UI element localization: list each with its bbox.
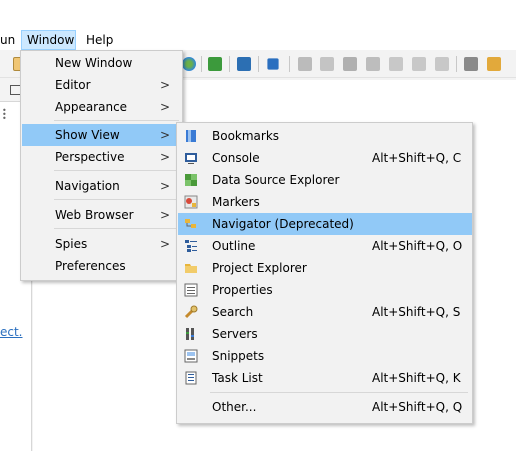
toolbar-separator (456, 56, 457, 72)
menu-item-label: Preferences (55, 259, 126, 273)
menu-item-task-list[interactable]: Task List Alt+Shift+Q, K (178, 367, 472, 389)
menu-item-servers[interactable]: Servers (178, 323, 472, 345)
menu-separator (54, 120, 179, 121)
menu-item-label: Outline (212, 239, 256, 253)
menu-item-label: Project Explorer (212, 261, 307, 275)
menu-separator (210, 392, 468, 393)
menu-item-markers[interactable]: Markers (178, 191, 472, 213)
menu-item-label: Navigator (Deprecated) (212, 217, 354, 231)
toolbar-separator (229, 56, 230, 72)
toolbar-separator (289, 56, 290, 72)
menu-item-spies[interactable]: Spies > (22, 233, 182, 255)
menu-item-label: Properties (212, 283, 273, 297)
menu-item-label: Servers (212, 327, 258, 341)
step-return-icon[interactable] (435, 57, 449, 71)
disconnect-icon[interactable] (366, 57, 380, 71)
menu-item-project-explorer[interactable]: Project Explorer (178, 257, 472, 279)
chevron-right-icon: > (159, 150, 170, 164)
menu-item-label: Editor (55, 78, 91, 92)
external-tools-icon[interactable] (487, 57, 501, 71)
menu-item-other[interactable]: Other... Alt+Shift+Q, Q (178, 396, 472, 418)
monitor-icon[interactable] (237, 57, 251, 71)
menu-item-navigation[interactable]: Navigation > (22, 175, 182, 197)
menu-help[interactable]: Help (86, 31, 113, 49)
chevron-right-icon: > (159, 208, 170, 222)
menu-item-label: Snippets (212, 349, 265, 363)
menu-item-label: Other... (212, 400, 257, 414)
menu-item-label: Show View (55, 128, 120, 142)
menu-item-label: Search (212, 305, 254, 319)
chevron-right-icon: > (159, 237, 170, 251)
menu-run[interactable]: un (0, 31, 15, 49)
left-pane-link[interactable]: ect. (0, 325, 23, 339)
markers-icon (184, 195, 198, 209)
snippets-icon (184, 349, 198, 363)
window-menu: New Window Editor > Appearance > Show View… (20, 50, 183, 281)
project-explorer-icon (185, 264, 197, 273)
bookmarks-icon (186, 130, 196, 142)
skip-breakpoints-icon[interactable] (267, 58, 279, 70)
menu-item-shortcut: Alt+Shift+Q, O (372, 239, 463, 253)
menu-item-navigator[interactable]: Navigator (Deprecated) (178, 213, 472, 235)
menu-item-label: Perspective (55, 150, 125, 164)
menu-item-editor[interactable]: Editor > (22, 74, 182, 96)
menu-separator (54, 199, 179, 200)
menu-item-bookmarks[interactable]: Bookmarks (178, 125, 472, 147)
chevron-right-icon: > (159, 78, 170, 92)
console-icon (185, 153, 197, 164)
step-into-icon[interactable] (389, 57, 403, 71)
properties-icon (184, 283, 198, 297)
menu-item-label: Task List (212, 371, 263, 385)
use-step-filters-icon[interactable] (464, 57, 478, 71)
data-source-icon (185, 174, 197, 186)
menu-item-shortcut: Alt+Shift+Q, C (372, 151, 462, 165)
menu-item-snippets[interactable]: Snippets (178, 345, 472, 367)
menu-item-label: Navigation (55, 179, 120, 193)
menu-window[interactable]: Window (21, 30, 76, 50)
menu-item-data-source-explorer[interactable]: Data Source Explorer (178, 169, 472, 191)
menu-separator (54, 170, 179, 171)
menu-item-label: Spies (55, 237, 88, 251)
menu-item-shortcut: Alt+Shift+Q, S (372, 305, 461, 319)
step-over-icon[interactable] (412, 57, 426, 71)
menu-item-label: Bookmarks (212, 129, 280, 143)
servers-icon (186, 328, 194, 340)
menu-item-search[interactable]: Search Alt+Shift+Q, S (178, 301, 472, 323)
toolbar-separator (258, 56, 259, 72)
menu-item-label: Web Browser (55, 208, 134, 222)
menu-item-label: Data Source Explorer (212, 173, 340, 187)
menu-separator (54, 228, 179, 229)
globe-icon[interactable] (182, 57, 196, 71)
menu-item-label: Console (212, 151, 260, 165)
suspend-icon[interactable] (320, 57, 334, 71)
menu-item-perspective[interactable]: Perspective > (22, 146, 182, 168)
menu-item-console[interactable]: Console Alt+Shift+Q, C (178, 147, 472, 169)
view-menu-icon[interactable]: • • • (2, 107, 8, 123)
menu-item-preferences[interactable]: Preferences (22, 255, 182, 277)
menu-item-web-browser[interactable]: Web Browser > (22, 204, 182, 226)
menu-item-outline[interactable]: Outline Alt+Shift+Q, O (178, 235, 472, 257)
navigator-icon (185, 219, 196, 228)
toolbar-separator (201, 56, 202, 72)
outline-icon (185, 240, 197, 252)
run-server-icon[interactable] (208, 57, 222, 71)
menu-item-new-window[interactable]: New Window (22, 52, 182, 74)
menu-item-properties[interactable]: Properties (178, 279, 472, 301)
resume-icon[interactable] (298, 57, 312, 71)
search-icon (184, 305, 198, 319)
menu-item-show-view[interactable]: Show View > (22, 124, 182, 146)
menu-bar (0, 0, 516, 20)
chevron-right-icon: > (159, 128, 170, 142)
menu-item-shortcut: Alt+Shift+Q, K (372, 371, 461, 385)
terminate-icon[interactable] (343, 57, 357, 71)
task-list-icon (185, 371, 197, 385)
menu-item-label: Markers (212, 195, 260, 209)
menu-item-appearance[interactable]: Appearance > (22, 96, 182, 118)
menu-item-label: New Window (55, 56, 133, 70)
show-view-menu: Bookmarks Console Alt+Shift+Q, C Data So… (176, 122, 473, 424)
chevron-right-icon: > (159, 100, 170, 114)
menu-item-label: Appearance (55, 100, 128, 114)
menu-item-shortcut: Alt+Shift+Q, Q (372, 400, 463, 414)
chevron-right-icon: > (159, 179, 170, 193)
